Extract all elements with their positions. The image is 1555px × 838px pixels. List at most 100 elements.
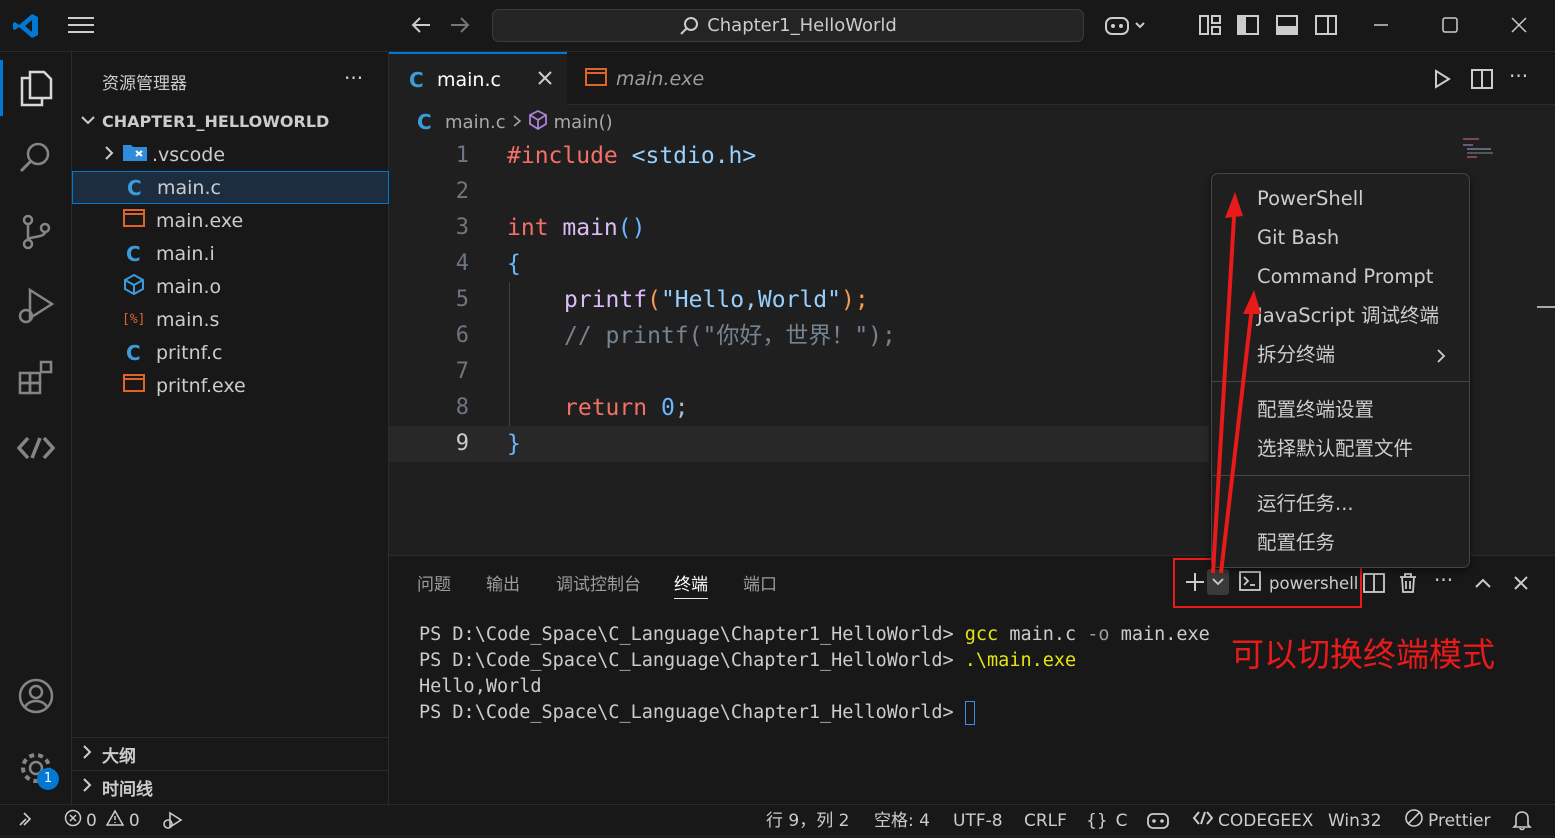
tab-ports[interactable]: 端口 (743, 570, 777, 595)
menu-item-javascript-debug[interactable]: JavaScript 调试终端 (1257, 301, 1439, 331)
close-tab-icon[interactable] (537, 70, 553, 90)
assembly-file-icon: [%] (122, 312, 146, 327)
maximize-panel-chevron-up-icon[interactable] (1471, 570, 1495, 596)
line-number: 6 (455, 323, 469, 348)
breadcrumb-file[interactable]: main.c (445, 112, 506, 133)
function-cube-icon (528, 109, 548, 135)
remote-indicator-icon[interactable] (18, 809, 36, 833)
run-debug-icon[interactable] (12, 282, 60, 330)
line-number-gutter: 1 2 3 4 5 6 7 8 9 (389, 138, 479, 538)
exe-file-icon (122, 373, 156, 398)
codegeex-label: CODEGEEX (1218, 811, 1314, 831)
maximize-icon[interactable] (1433, 8, 1467, 42)
minimize-icon[interactable] (1364, 8, 1398, 42)
menu-item-command-prompt[interactable]: Command Prompt (1257, 262, 1433, 292)
prettier-disabled-icon (1404, 808, 1424, 835)
timeline-section[interactable]: 时间线 (72, 770, 389, 803)
annotation-text: 可以切换终端模式 (1231, 635, 1495, 674)
codegeex-icon[interactable] (12, 424, 60, 472)
search-icon[interactable] (12, 134, 60, 182)
folder-header[interactable]: CHAPTER1_HELLOWORLD (72, 105, 389, 138)
menu-icon[interactable] (64, 8, 98, 42)
tree-item-main-c[interactable]: C main.c (72, 171, 389, 204)
c-file-icon: C (409, 67, 424, 92)
copilot-status-icon[interactable] (1146, 809, 1170, 833)
debug-launch-icon[interactable] (162, 809, 184, 833)
accounts-icon[interactable] (12, 672, 60, 720)
exe-file-icon (122, 208, 156, 233)
panel-more-actions-icon[interactable]: ··· (1434, 568, 1453, 592)
tree-item-main-o[interactable]: main.o (72, 270, 389, 303)
c-file-icon: C (126, 241, 141, 266)
indentation[interactable]: 空格: 4 (874, 809, 930, 833)
tree-item-main-exe[interactable]: main.exe (72, 204, 389, 237)
tab-output[interactable]: 输出 (486, 570, 520, 595)
codegeex-icon (1192, 809, 1214, 833)
editor-more-actions-icon[interactable]: ··· (1509, 64, 1528, 88)
language-mode[interactable]: {} C (1086, 809, 1128, 833)
tab-main-exe[interactable]: main.exe (568, 52, 746, 105)
source-control-icon[interactable] (12, 208, 60, 256)
outline-section[interactable]: 大纲 (72, 737, 389, 770)
line-number: 2 (455, 179, 469, 204)
line-endings[interactable]: CRLF (1024, 809, 1067, 833)
bottom-panel: 问题 输出 调试控制台 终端 端口 powershell ··· PS D:\C… (389, 555, 1555, 804)
minimap[interactable] (1461, 136, 1501, 160)
copilot-icon[interactable] (1100, 8, 1150, 42)
tree-item-label: main.exe (156, 209, 244, 232)
tree-item-vscode[interactable]: .vscode (72, 138, 389, 171)
annotation-arrow-1 (1211, 199, 1237, 574)
cursor-position[interactable]: 行 9，列 2 (766, 809, 849, 833)
run-file-icon[interactable] (1429, 66, 1455, 92)
chevron-down-icon (80, 111, 102, 133)
forward-arrow-icon[interactable] (443, 8, 477, 42)
tab-terminal[interactable]: 终端 (674, 570, 708, 599)
breadcrumb: C main.c main() (417, 109, 613, 135)
line-number: 8 (455, 395, 469, 420)
kill-terminal-trash-icon[interactable] (1396, 570, 1420, 596)
breadcrumb-separator-icon (512, 112, 522, 133)
breadcrumb-symbol[interactable]: main() (554, 112, 613, 133)
explorer-sidebar: 资源管理器 ··· CHAPTER1_HELLOWORLD .vscode C … (72, 52, 389, 804)
tree-item-label: main.o (156, 275, 222, 298)
tree-item-pritnf-c[interactable]: C pritnf.c (72, 336, 389, 369)
tab-debug-console[interactable]: 调试控制台 (556, 570, 641, 595)
platform[interactable]: Win32 (1328, 809, 1382, 833)
close-panel-icon[interactable] (1509, 570, 1533, 596)
extensions-icon[interactable] (12, 354, 60, 402)
customize-layout-icon[interactable] (1193, 8, 1227, 42)
outline-label: 大纲 (102, 746, 136, 767)
prettier-status[interactable]: Prettier (1404, 808, 1491, 835)
code-line-1: #include <stdio.h> (507, 143, 757, 169)
terminal-line: Hello,World (419, 676, 542, 697)
status-bar: 0 0 行 9，列 2 空格: 4 UTF-8 CRLF {} C CODEGE… (0, 804, 1555, 835)
tree-item-main-i[interactable]: C main.i (72, 237, 389, 270)
close-window-icon[interactable] (1502, 8, 1536, 42)
split-editor-icon[interactable] (1469, 66, 1495, 92)
warning-count: 0 (128, 811, 140, 831)
error-count: 0 (86, 811, 97, 831)
encoding[interactable]: UTF-8 (953, 809, 1003, 833)
tab-problems[interactable]: 问题 (417, 570, 451, 595)
tab-main-c[interactable]: C main.c (389, 52, 567, 105)
annotation-arrows (1211, 192, 1261, 574)
explorer-icon[interactable] (12, 64, 60, 112)
tree-item-pritnf-exe[interactable]: pritnf.exe (72, 369, 389, 402)
toggle-sidebar-icon[interactable] (1231, 8, 1265, 42)
more-actions-icon[interactable]: ··· (344, 66, 363, 90)
submenu-chevron-icon (1436, 348, 1446, 368)
back-arrow-icon[interactable] (404, 8, 438, 42)
toggle-panel-icon[interactable] (1270, 8, 1304, 42)
command-center-search[interactable]: Chapter1_HelloWorld (492, 9, 1084, 42)
menu-item-select-default-profile[interactable]: 选择默认配置文件 (1257, 434, 1413, 464)
codegeex-status[interactable]: CODEGEEX (1192, 809, 1313, 833)
chevron-right-icon (102, 144, 122, 166)
split-terminal-icon[interactable] (1362, 570, 1386, 596)
toggle-secondary-sidebar-icon[interactable] (1309, 8, 1343, 42)
error-icon (64, 809, 82, 834)
tree-item-main-s[interactable]: [%] main.s (72, 303, 389, 336)
c-file-icon: C (127, 175, 142, 200)
notifications-bell-icon[interactable] (1512, 809, 1532, 833)
sidebar-title: 资源管理器 (102, 74, 187, 94)
problems-status[interactable]: 0 0 (64, 808, 140, 834)
